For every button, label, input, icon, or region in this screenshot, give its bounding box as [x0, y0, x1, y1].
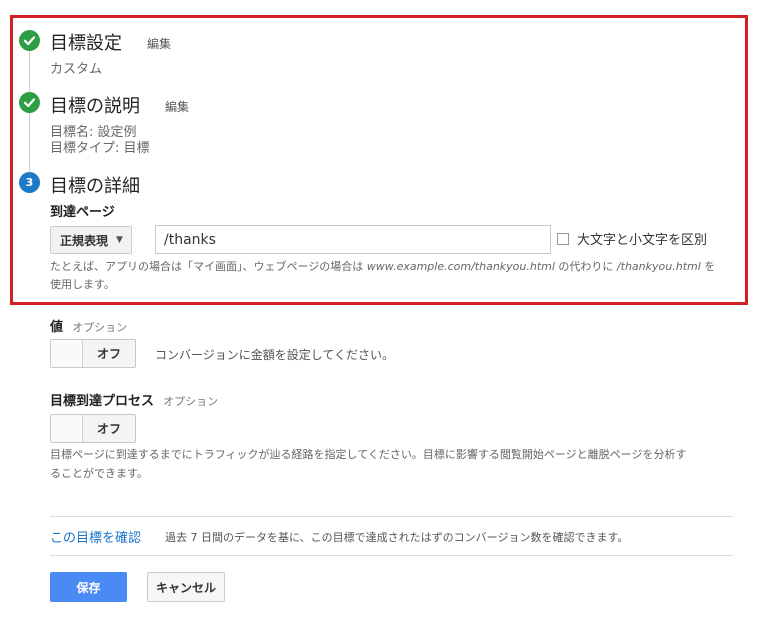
goal-setup-value: カスタム — [50, 62, 103, 77]
value-optional-tag: オプション — [72, 321, 128, 334]
match-type-select[interactable]: 正規表現 ▼ — [50, 226, 132, 254]
match-type-value: 正規表現 — [60, 233, 109, 248]
destination-label: 到達ページ — [50, 205, 115, 220]
funnel-label: 目標到達プロセス — [50, 394, 155, 409]
cancel-button[interactable]: キャンセル — [147, 572, 225, 602]
step-connector-line — [29, 51, 30, 179]
step-title-goal-description: 目標の説明 — [50, 96, 140, 117]
edit-goal-description-link[interactable]: 編集 — [165, 98, 189, 115]
toggle-knob — [51, 415, 83, 442]
value-heading: 値 オプション — [50, 316, 127, 335]
funnel-optional-tag: オプション — [163, 395, 219, 408]
step-title-goal-setup: 目標設定 — [50, 33, 122, 54]
divider — [50, 516, 733, 517]
chevron-down-icon: ▼ — [116, 235, 123, 245]
goal-type-text: 目標タイプ: 目標 — [50, 141, 150, 156]
divider — [50, 555, 733, 556]
funnel-toggle-label: オフ — [96, 422, 121, 436]
edit-goal-setup-link[interactable]: 編集 — [147, 35, 171, 52]
case-sensitive-checkbox[interactable] — [557, 233, 569, 245]
verify-goal-link[interactable]: この目標を確認 — [50, 527, 141, 546]
value-toggle-label: オフ — [96, 347, 121, 361]
funnel-heading: 目標到達プロセス オプション — [50, 390, 218, 409]
check-icon — [19, 92, 40, 113]
funnel-toggle[interactable]: オフ — [50, 414, 136, 443]
funnel-description: 目標ページに到達するまでにトラフィックが辿る経路を指定してください。目標に影響す… — [50, 448, 687, 480]
value-toggle[interactable]: オフ — [50, 339, 136, 368]
toggle-knob — [51, 340, 83, 367]
check-icon — [19, 30, 40, 51]
save-button[interactable]: 保存 — [50, 572, 127, 602]
destination-hint: たとえば、アプリの場合は「マイ画面」、ウェブページの場合は www.exampl… — [50, 260, 716, 291]
step-number-badge: 3 — [19, 172, 40, 193]
value-description: コンバージョンに金額を設定してください。 — [155, 348, 395, 362]
destination-input[interactable] — [155, 225, 551, 254]
value-label: 値 — [50, 320, 64, 335]
verify-description: 過去 7 日間のデータを基に、この目標で達成されたはずのコンバージョン数を確認で… — [165, 531, 629, 544]
case-sensitive-label: 大文字と小文字を区別 — [577, 233, 708, 248]
step-title-goal-details: 目標の詳細 — [50, 176, 140, 197]
